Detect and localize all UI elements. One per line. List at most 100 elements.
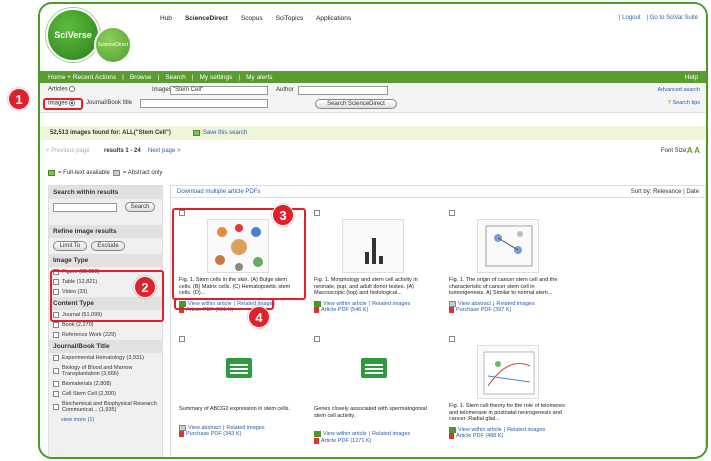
nav-sciencedirect[interactable]: ScienceDirect (185, 15, 228, 22)
help-link[interactable]: Help (685, 74, 698, 81)
filter-label: Cell Stem Cell (2,300) (62, 391, 116, 397)
filter-label: Biochemical and Biophysical Research Com… (62, 401, 157, 413)
download-pdfs-link[interactable]: Download multiple article PDFs (177, 189, 260, 195)
select-checkbox[interactable] (449, 210, 455, 216)
top-header: SciVerse ScienceDirect Hub ScienceDirect… (40, 4, 706, 64)
filter-journal-title[interactable]: Biology of Blood and Marrow Transplantat… (49, 363, 162, 379)
result-thumbnail[interactable] (477, 345, 539, 399)
sciverse-logo[interactable]: SciVerse (46, 8, 100, 62)
images-highlight (43, 98, 83, 110)
pdf-icon (179, 431, 184, 438)
search-sciencedirect-button[interactable]: Search ScienceDirect (315, 99, 397, 109)
result-caption: Summary of ABCG2 expression in stem cell… (179, 406, 290, 412)
search-within-heading: Search within results (49, 186, 162, 199)
result-thumbnail[interactable] (342, 219, 404, 273)
save-search-icon (192, 130, 200, 136)
view-more-link[interactable]: view more (1) (49, 415, 162, 425)
filter-label: Book (2,270) (62, 322, 94, 328)
result-thumbnail[interactable] (477, 219, 539, 273)
select-checkbox[interactable] (179, 336, 185, 342)
pdf-icon (449, 433, 454, 440)
select-checkbox[interactable] (449, 336, 455, 342)
nav-browse[interactable]: Browse (130, 74, 152, 81)
image-type-heading: Image Type (49, 254, 162, 267)
prev-page-link[interactable]: < Previous page (46, 148, 90, 154)
nav-search[interactable]: Search (165, 74, 186, 81)
images-field-label: Images (152, 87, 172, 93)
result-card: Summary of ABCG2 expression in stem cell… (179, 336, 299, 438)
abstract-icon (112, 170, 120, 176)
top-nav: Hub ScienceDirect Scopus SciTopics Appli… (160, 15, 351, 22)
checkbox[interactable] (53, 404, 59, 410)
checkbox[interactable] (53, 391, 59, 397)
limit-to-button[interactable]: Limit To (53, 241, 87, 251)
filter-reference[interactable]: Reference Work (229) (49, 330, 162, 340)
theory-figure-icon (483, 351, 535, 395)
journal-title-heading: Journal/Book Title (49, 340, 162, 353)
full-text-icon (449, 426, 456, 433)
nav-scopus[interactable]: Scopus (241, 15, 263, 22)
scival-link[interactable]: | Go to SciVal Suite (647, 15, 698, 21)
sciencedirect-logo[interactable]: ScienceDirect (94, 26, 132, 64)
pdf-link[interactable]: Article PDF (1271 K) (321, 438, 371, 445)
full-text-icon (314, 431, 321, 438)
author-input[interactable] (298, 86, 388, 95)
save-search-link[interactable]: Save this search (203, 130, 247, 136)
checkbox[interactable] (53, 368, 59, 374)
nav-alerts[interactable]: My alerts (246, 74, 272, 81)
nav-hub[interactable]: Hub (160, 15, 172, 22)
journal-label: Journal/Book title (86, 100, 133, 106)
results-bar: 52,513 images found for: ALL("Stem Cell"… (40, 126, 706, 140)
nav-sep: | (191, 73, 194, 81)
filter-label: Biomaterials (2,808) (62, 381, 112, 387)
journal-input[interactable] (140, 99, 268, 108)
nav-home[interactable]: Home + Recent Actions (48, 74, 116, 81)
articles-label: Articles (48, 86, 68, 93)
pdf-link[interactable]: Article PDF (488 K) (456, 433, 503, 440)
nav-settings[interactable]: My settings (200, 74, 233, 81)
checkbox[interactable] (53, 355, 59, 361)
filter-label: Experimental Hematology (3,931) (62, 355, 144, 361)
filter-journal-title[interactable]: Experimental Hematology (3,931) (49, 353, 162, 363)
filter-journal-title[interactable]: Cell Stem Cell (2,300) (49, 389, 162, 399)
search-within-button[interactable]: Search (125, 202, 155, 212)
pdf-link[interactable]: Purchase PDF (343 K) (186, 431, 241, 438)
font-size-icon[interactable]: A A (687, 146, 700, 155)
sort-options[interactable]: Sort by: Relevance | Date (631, 189, 699, 195)
related-images-link[interactable]: Related images (372, 301, 410, 308)
articles-radio[interactable] (69, 86, 76, 92)
images-input[interactable]: "Stem Cell" (170, 86, 268, 95)
next-page-link[interactable]: Next page > (148, 148, 181, 154)
abstract-icon (179, 424, 186, 431)
table-icon[interactable] (226, 358, 252, 378)
pdf-link[interactable]: Purchase PDF (397 K) (456, 307, 511, 314)
refine-heading: Refine image results (49, 225, 162, 238)
logout-link[interactable]: | Logout (619, 15, 641, 21)
nav-applications[interactable]: Applications (316, 15, 351, 22)
search-within-input[interactable] (53, 203, 117, 212)
checkbox[interactable] (53, 322, 59, 328)
full-text-label: = Full-text available (58, 170, 110, 176)
checkbox[interactable] (53, 332, 59, 338)
account-links: | Logout | Go to SciVal Suite (619, 15, 698, 21)
filter-journal-title[interactable]: Biomaterials (2,808) (49, 379, 162, 389)
related-images-link[interactable]: Related images (507, 427, 545, 434)
result-caption: Fig. 1. The origin of cancer stem cell a… (449, 277, 558, 296)
exclude-button[interactable]: Exclude (91, 241, 125, 251)
advanced-search-link[interactable]: Advanced search (658, 87, 701, 93)
related-images-link[interactable]: Related images (372, 431, 410, 438)
search-tips-link[interactable]: ? Search tips (668, 100, 700, 106)
result-caption: Fig. 1. Stem cell theory for the role of… (449, 403, 565, 422)
full-text-icon (48, 170, 55, 176)
pdf-link[interactable]: Article PDF (546 K) (321, 307, 368, 314)
select-checkbox[interactable] (314, 210, 320, 216)
select-checkbox[interactable] (314, 336, 320, 342)
table-icon[interactable] (361, 358, 387, 378)
checkbox[interactable] (53, 381, 59, 387)
result-caption: Fig. 1. Morphology and stem cell activit… (314, 277, 418, 296)
filter-journal-title[interactable]: Biochemical and Biophysical Research Com… (49, 399, 162, 415)
articles-option[interactable]: Articles (48, 86, 76, 93)
result-caption: Genes closely associated with spermatogo… (314, 406, 427, 419)
nav-scitopics[interactable]: SciTopics (276, 15, 303, 22)
result-card: Fig. 1. Stem cell theory for the role of… (449, 336, 569, 440)
